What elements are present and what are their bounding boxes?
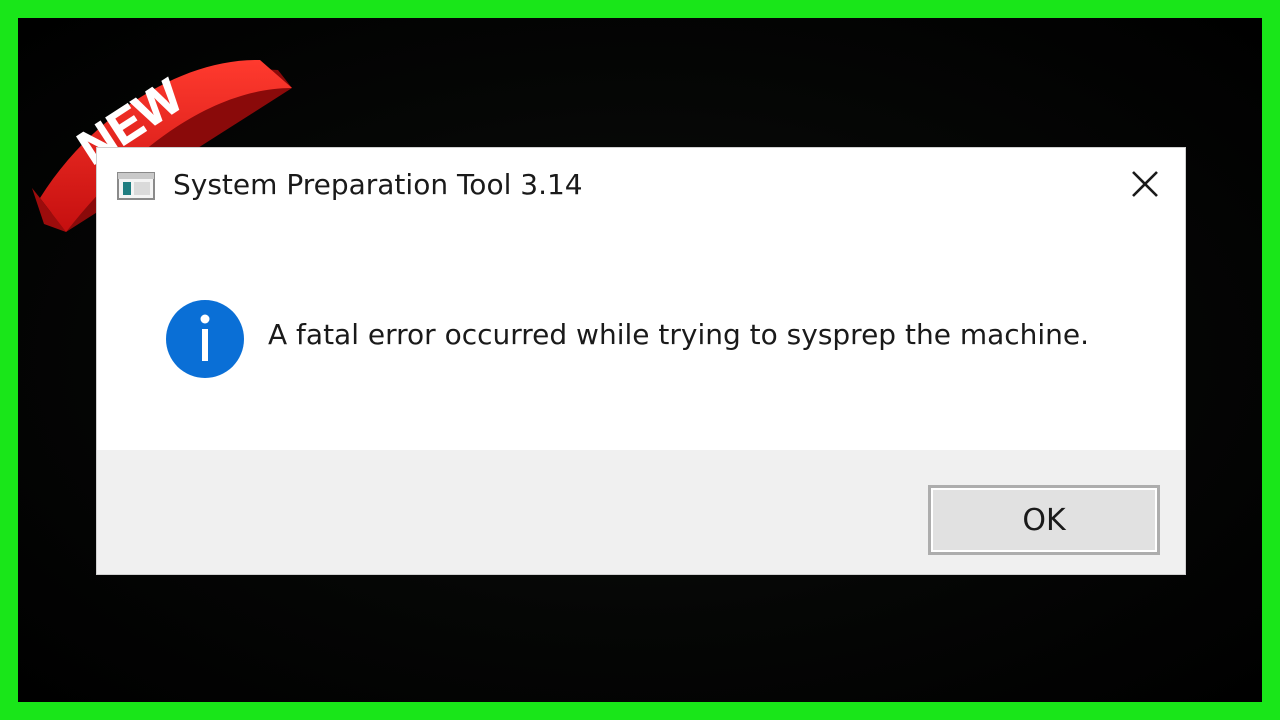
dialog-title: System Preparation Tool 3.14	[173, 168, 583, 201]
dialog-content: A fatal error occurred while trying to s…	[97, 224, 1185, 450]
title-bar[interactable]: System Preparation Tool 3.14	[97, 148, 1185, 224]
close-button[interactable]	[1123, 162, 1167, 206]
window-app-icon	[117, 172, 155, 200]
info-icon	[166, 300, 244, 378]
dialog-footer: OK	[97, 450, 1185, 574]
error-message: A fatal error occurred while trying to s…	[268, 318, 1090, 351]
ok-button[interactable]: OK	[928, 485, 1160, 555]
close-icon	[1132, 171, 1158, 197]
sysprep-dialog: System Preparation Tool 3.14 A fatal err…	[97, 148, 1185, 574]
